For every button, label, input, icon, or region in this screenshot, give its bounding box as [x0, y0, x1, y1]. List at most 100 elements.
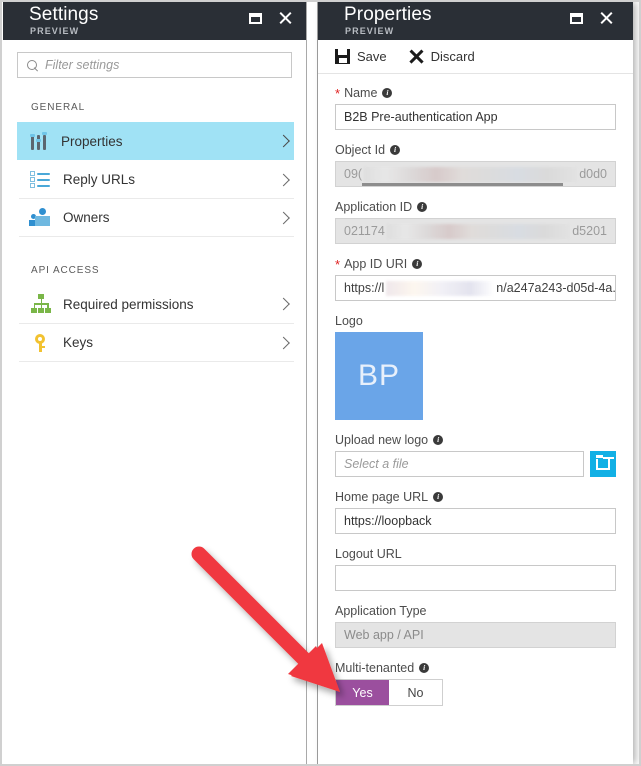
properties-close-button[interactable] — [593, 6, 619, 30]
application-id-suffix: d5201 — [572, 224, 607, 238]
application-type-label-text: Application Type — [335, 604, 427, 618]
field-name: * Name i B2B Pre-authentication App — [335, 86, 616, 130]
info-icon[interactable]: i — [417, 202, 428, 212]
chevron-right-icon — [277, 211, 290, 224]
settings-nav-general: Properties Reply URLs Owners — [3, 122, 306, 237]
settings-blade: Settings PREVIEW Filter settings GENERAL — [3, 0, 307, 766]
redaction-bar — [362, 182, 563, 186]
properties-maximize-button[interactable] — [563, 6, 589, 30]
application-id-input: 021174 d5201 — [335, 218, 616, 244]
logo-label-text: Logo — [335, 314, 363, 328]
redaction-blur — [386, 280, 495, 296]
field-logout-url: Logout URL — [335, 547, 616, 591]
discard-button[interactable]: Discard — [409, 49, 475, 64]
info-icon[interactable]: i — [390, 145, 401, 155]
sidebar-item-reply-urls[interactable]: Reply URLs — [19, 160, 294, 198]
application-type-input: Web app / API — [335, 622, 616, 648]
field-app-id-uri: * App ID URI i https://l n/a247a243-d05d… — [335, 257, 616, 301]
multi-tenanted-toggle: Yes No — [335, 679, 443, 706]
upload-file-input[interactable]: Select a file — [335, 451, 584, 477]
folder-icon — [596, 454, 614, 470]
chevron-right-icon — [277, 336, 290, 349]
sidebar-item-label: Owners — [63, 210, 110, 225]
sidebar-item-owners[interactable]: Owners — [19, 198, 294, 236]
browse-file-button[interactable] — [590, 451, 616, 477]
multi-tenanted-label: Multi-tenanted i — [335, 661, 616, 675]
redacted-value: 09( d0d0 — [344, 166, 607, 186]
settings-maximize-button[interactable] — [242, 6, 268, 30]
logout-url-input[interactable] — [335, 565, 616, 591]
info-icon[interactable]: i — [433, 492, 444, 502]
app-id-uri-label: * App ID URI i — [335, 257, 616, 271]
section-header-api-access: API ACCESS — [31, 265, 100, 276]
info-icon[interactable]: i — [382, 88, 393, 98]
sidebar-item-label: Required permissions — [63, 296, 194, 312]
sidebar-item-properties[interactable]: Properties — [17, 122, 294, 160]
settings-title: Settings — [29, 4, 99, 25]
info-icon[interactable]: i — [433, 435, 444, 445]
chevron-right-icon — [277, 173, 290, 186]
logout-url-label-text: Logout URL — [335, 547, 402, 561]
redaction-blur — [364, 166, 578, 182]
home-page-url-input[interactable]: https://loopback — [335, 508, 616, 534]
redacted-value: https://l n/a247a243-d05d-4a... — [344, 280, 615, 296]
properties-window-controls — [563, 6, 619, 30]
properties-preview-badge: PREVIEW — [345, 26, 395, 36]
properties-title: Properties — [344, 4, 432, 25]
sliders-icon — [27, 130, 51, 152]
field-multi-tenanted: Multi-tenanted i Yes No — [335, 661, 616, 706]
filter-settings-input[interactable]: Filter settings — [17, 52, 292, 78]
application-id-label: Application ID i — [335, 200, 616, 214]
properties-command-bar: Save Discard — [318, 40, 633, 74]
name-label: * Name i — [335, 86, 616, 100]
maximize-icon — [569, 12, 583, 24]
logout-url-label: Logout URL — [335, 547, 616, 561]
app-id-uri-prefix: https://l — [344, 281, 385, 295]
hierarchy-icon — [29, 293, 53, 315]
object-id-suffix: d0d0 — [579, 167, 607, 181]
settings-nav-api-access: Required permissions Keys — [3, 285, 306, 362]
maximize-icon — [248, 12, 262, 24]
home-page-url-label: Home page URL i — [335, 490, 616, 504]
info-icon[interactable]: i — [419, 663, 430, 673]
discard-button-label: Discard — [430, 49, 475, 64]
field-application-type: Application Type Web app / API — [335, 604, 616, 648]
filter-settings-placeholder: Filter settings — [45, 58, 120, 72]
app-id-uri-suffix: n/a247a243-d05d-4a... — [496, 281, 616, 295]
redaction-blur — [386, 223, 571, 239]
nav-divider — [19, 361, 294, 362]
object-id-input: 09( d0d0 — [335, 161, 616, 187]
required-marker: * — [335, 85, 341, 101]
save-button[interactable]: Save — [335, 49, 387, 64]
chevron-right-icon — [277, 134, 290, 148]
settings-window-controls — [242, 6, 298, 30]
multi-tenanted-no-option[interactable]: No — [389, 680, 442, 705]
properties-form: * Name i B2B Pre-authentication App Obje… — [318, 74, 633, 706]
people-icon — [29, 207, 53, 229]
checklist-icon — [29, 169, 53, 191]
save-icon — [335, 49, 350, 64]
discard-icon — [409, 49, 424, 64]
upload-row: Select a file — [335, 451, 616, 477]
screenshot-root: Settings PREVIEW Filter settings GENERAL — [0, 0, 641, 766]
app-id-uri-input[interactable]: https://l n/a247a243-d05d-4a... — [335, 275, 616, 301]
info-icon[interactable]: i — [412, 259, 423, 269]
settings-close-button[interactable] — [272, 6, 298, 30]
upload-new-logo-label: Upload new logo i — [335, 433, 616, 447]
name-input[interactable]: B2B Pre-authentication App — [335, 104, 616, 130]
upload-new-logo-label-text: Upload new logo — [335, 433, 429, 447]
multi-tenanted-yes-option[interactable]: Yes — [336, 680, 389, 705]
close-icon — [278, 11, 292, 25]
settings-preview-badge: PREVIEW — [30, 26, 80, 36]
chevron-right-icon — [277, 297, 290, 311]
home-page-url-label-text: Home page URL — [335, 490, 429, 504]
application-id-prefix: 021174 — [344, 224, 385, 238]
nav-divider — [19, 236, 294, 237]
sidebar-item-label: Reply URLs — [63, 172, 136, 187]
redacted-value: 021174 d5201 — [344, 223, 607, 239]
sidebar-item-keys[interactable]: Keys — [19, 323, 294, 361]
close-icon — [599, 11, 613, 25]
field-logo: Logo BP — [335, 314, 616, 420]
sidebar-item-required-permissions[interactable]: Required permissions — [19, 285, 294, 323]
section-header-general: GENERAL — [31, 102, 86, 113]
